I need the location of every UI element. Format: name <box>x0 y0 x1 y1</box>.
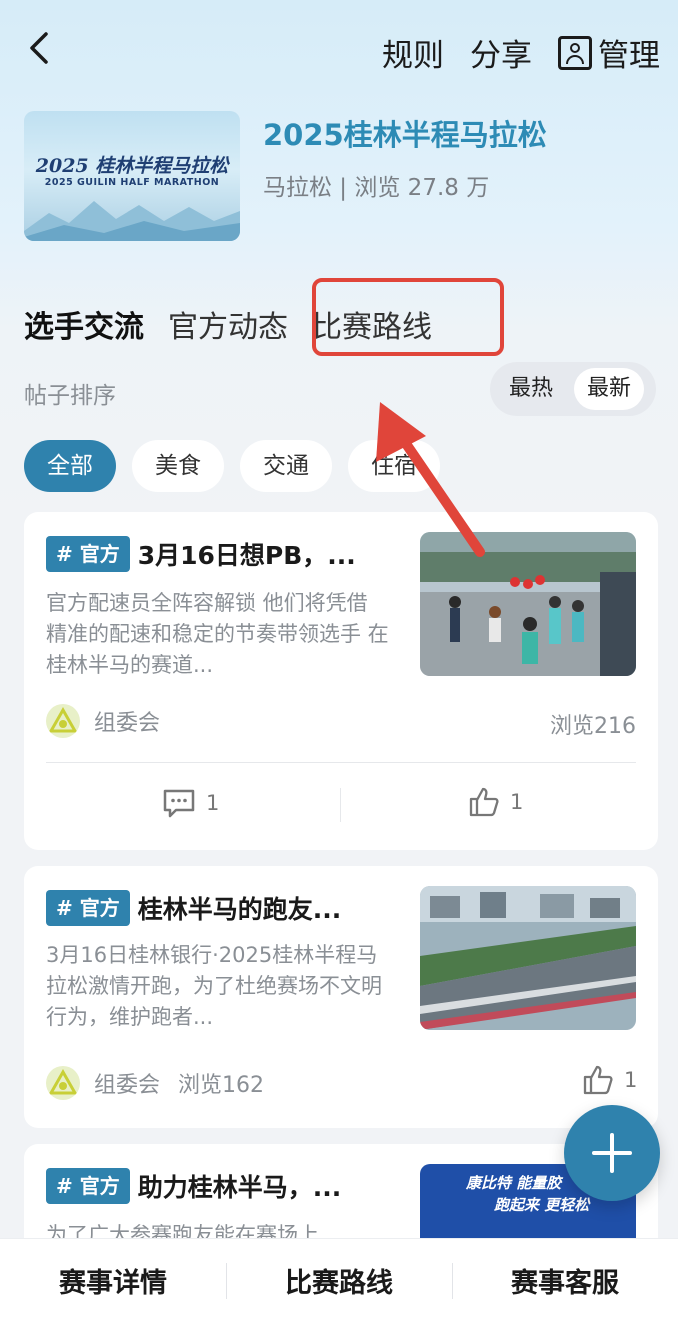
event-title: 2025桂林半程马拉松 <box>263 118 547 152</box>
post-card[interactable]: # 官方 3月16日想PB，... 官方配速员全阵容解锁 他们将凭借 精准的配速和… <box>24 512 658 850</box>
tab-player-exchange[interactable]: 选手交流 <box>24 302 144 346</box>
post-views: 浏览216 <box>550 714 636 739</box>
post-title: # 官方 3月16日想PB，... <box>46 536 356 572</box>
post-card[interactable]: # 官方 桂林半马的跑友... 3月16日桂林银行·2025桂林半程马拉松激情开跑… <box>24 866 658 1128</box>
share-button[interactable]: 分享 <box>470 30 532 75</box>
post-views: 浏览162 <box>178 1073 265 1098</box>
post-excerpt: 3月16日桂林银行·2025桂林半程马拉松激情开跑，为了杜绝赛场不文明行为，维护… <box>46 943 382 1029</box>
chip-all[interactable]: 全部 <box>24 440 116 492</box>
official-badge: # 官方 <box>46 890 130 926</box>
manage-button[interactable]: 管理 <box>558 30 660 75</box>
post-image <box>420 886 636 1030</box>
like-count: 1 <box>510 790 524 814</box>
card-divider <box>46 762 636 763</box>
comment-count: 1 <box>206 791 220 815</box>
action-divider <box>340 788 341 822</box>
top-actions: 规则 分享 管理 <box>356 30 660 75</box>
comment-icon <box>163 789 195 818</box>
organizer-logo-icon <box>46 704 80 738</box>
like-count: 1 <box>624 1068 638 1092</box>
top-bar: 规则 分享 管理 <box>0 0 678 100</box>
sort-label: 帖子排序 <box>24 383 116 409</box>
author-name: 组委会 <box>94 1073 161 1098</box>
comment-button[interactable]: 1 <box>162 788 219 818</box>
user-card-icon <box>558 35 592 70</box>
event-details-button[interactable]: 赛事详情 <box>0 1261 226 1300</box>
thumbnail-title: 2025 桂林半程马拉松 <box>35 155 229 177</box>
rules-label: 规则 <box>382 38 444 74</box>
event-service-button[interactable]: 赛事客服 <box>452 1261 678 1300</box>
post-title: # 官方 桂林半马的跑友... <box>46 890 341 926</box>
manage-label: 管理 <box>598 38 660 74</box>
event-thumbnail[interactable]: 2025 桂林半程马拉松 2025 GUILIN HALF MARATHON <box>24 111 240 241</box>
author-name: 组委会 <box>94 711 161 736</box>
annotation-arrow-icon <box>376 402 485 557</box>
like-button[interactable]: 1 <box>582 1064 637 1096</box>
rules-button[interactable]: 规则 <box>382 30 444 75</box>
city-road-aerial-photo <box>420 886 636 1030</box>
chevron-left-icon <box>30 32 48 64</box>
image-text-line-2: 跑起来 更轻松 <box>494 1196 590 1214</box>
official-badge: # 官方 <box>46 536 130 572</box>
race-route-button[interactable]: 比赛路线 <box>226 1261 452 1300</box>
thumbnail-subtitle: 2025 GUILIN HALF MARATHON <box>44 177 220 188</box>
mountain-illustration <box>24 201 240 241</box>
post-title-text: 3月16日想PB，... <box>137 541 356 570</box>
post-excerpt: 官方配速员全阵容解锁 他们将凭借 精准的配速和稳定的节奏带领选手 在桂林半马的赛… <box>46 591 389 677</box>
thumbs-up-icon <box>583 1065 613 1095</box>
share-label: 分享 <box>470 38 532 74</box>
post-title-text: 助力桂林半马，... <box>137 1173 342 1202</box>
back-button[interactable] <box>22 28 58 68</box>
official-badge: # 官方 <box>46 1168 130 1204</box>
post-title: # 官方 助力桂林半马，... <box>46 1168 341 1204</box>
event-meta: 马拉松 | 浏览 27.8 万 <box>263 175 490 201</box>
chip-food[interactable]: 美食 <box>132 440 224 492</box>
chip-transport[interactable]: 交通 <box>240 440 332 492</box>
like-button[interactable]: 1 <box>468 786 523 818</box>
sort-newest-option[interactable]: 最新 <box>574 368 644 410</box>
post-title-text: 桂林半马的跑友... <box>137 895 342 924</box>
annotation-highlight-box <box>312 278 504 356</box>
organizer-logo-icon <box>46 1066 80 1100</box>
thumbs-up-icon <box>469 787 499 817</box>
image-text-line-1: 康比特 能量胶 <box>466 1174 562 1192</box>
post-author[interactable]: 组委会 浏览162 <box>46 1066 264 1100</box>
post-author[interactable]: 组委会 <box>46 704 160 738</box>
tab-official-news[interactable]: 官方动态 <box>168 302 288 346</box>
bottom-bar: 赛事详情 比赛路线 赛事客服 <box>0 1238 678 1322</box>
add-post-button[interactable] <box>564 1105 660 1201</box>
